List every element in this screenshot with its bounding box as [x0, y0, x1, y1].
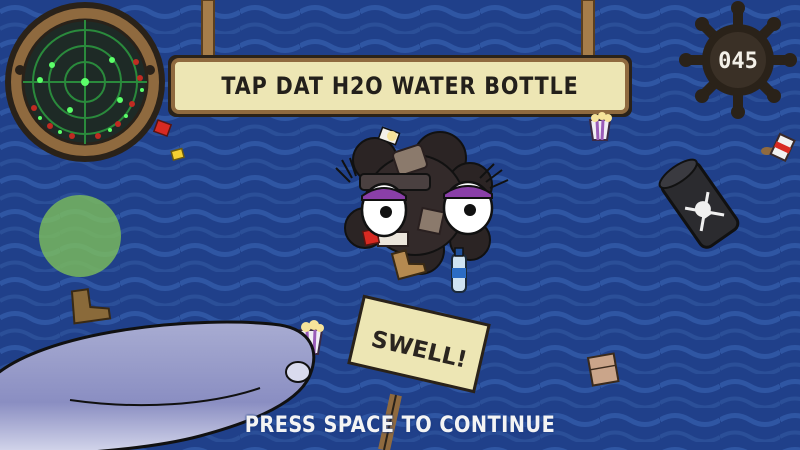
radar-minimap — [5, 2, 165, 162]
virtual-joystick-icon[interactable] — [39, 195, 121, 277]
cardboard-box-icon[interactable] — [586, 352, 620, 387]
continue-prompt[interactable]: PRESS SPACE TO CONTINUE — [48, 410, 752, 440]
score-counter: 045 — [718, 48, 758, 74]
objective-text: TAP DAT H2O WATER BOTTLE — [221, 72, 579, 100]
right-rope — [581, 0, 595, 61]
objective-banner-text-box: TAP DAT H2O WATER BOTTLE — [170, 57, 630, 115]
yellow-scrap-icon[interactable] — [170, 147, 186, 162]
game-scene[interactable]: TAP DAT H2O WATER BOTTLE 045 SWELL! PRES… — [0, 0, 800, 450]
left-rope — [201, 0, 215, 61]
